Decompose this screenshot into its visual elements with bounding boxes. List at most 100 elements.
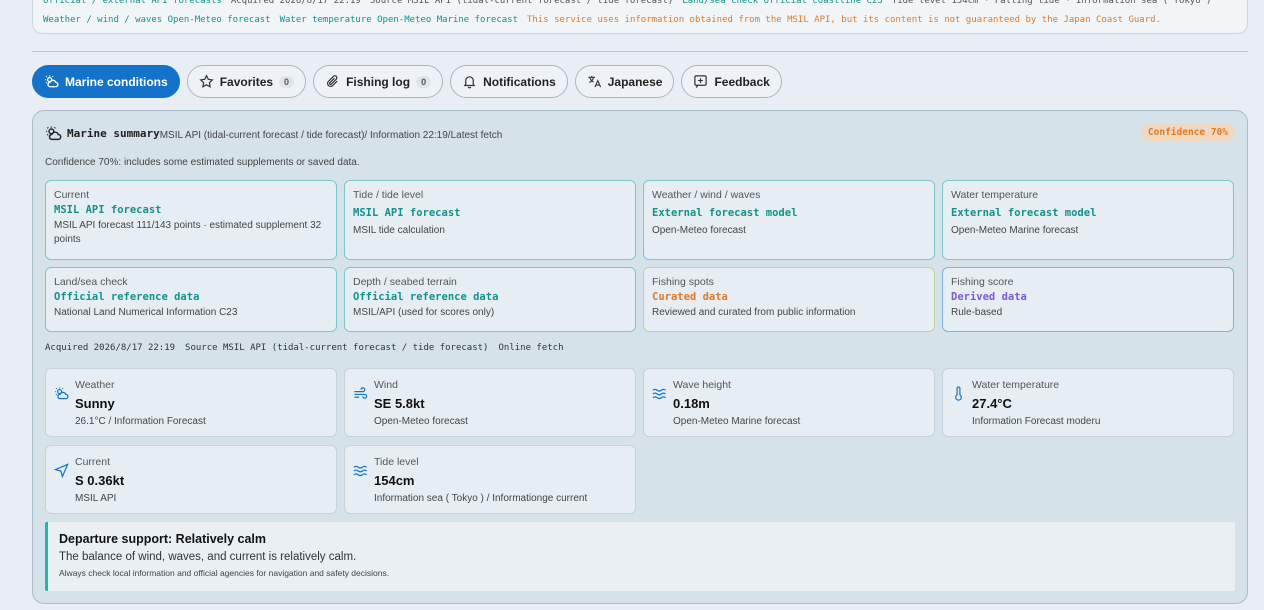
condition-value: 27.4°C <box>972 396 1012 411</box>
source-card-fishing-score: Fishing score Derived data Rule-based <box>942 267 1234 332</box>
source-description: Open-Meteo Marine forecast <box>951 225 1079 236</box>
condition-card-water-temperature: Water temperature 27.4°C Information For… <box>942 368 1234 437</box>
source-category: Depth / seabed terrain <box>353 276 457 288</box>
source-card-weather: Weather / wind / waves External forecast… <box>643 180 935 260</box>
condition-source: Open-Meteo Marine forecast <box>673 416 801 427</box>
main-nav: Marine conditions Favorites 0 Fishing lo… <box>32 65 782 98</box>
source-description: MSIL tide calculation <box>353 225 445 236</box>
condition-source: Information sea ( Tokyo ) / Informationg… <box>374 493 588 504</box>
acquired-source: Source MSIL API (tidal-current forecast … <box>185 343 489 353</box>
source-type: External forecast model <box>652 207 798 219</box>
source-card-tide: Tide / tide level MSIL API forecast MSIL… <box>344 180 636 260</box>
source-description: National Land Numerical Information C23 <box>54 307 238 318</box>
banner-text: Land/sea check Official coastline C23 <box>682 0 883 6</box>
condition-source: Information Forecast moderu <box>972 416 1101 427</box>
condition-label: Wind <box>374 379 398 391</box>
conditions-grid: Weather Sunny 26.1°C / Information Forec… <box>45 368 1235 514</box>
source-description: MSIL API forecast 111/143 points · estim… <box>54 220 322 245</box>
acquired-mode: Online fetch <box>498 343 564 353</box>
summary-source: MSIL API (tidal-current forecast / tide … <box>159 130 503 141</box>
tab-label: Notifications <box>483 74 556 89</box>
tab-fishing-log[interactable]: Fishing log 0 <box>313 65 444 98</box>
sun-cloud-icon <box>55 387 69 400</box>
star-icon <box>199 74 214 88</box>
source-category: Water temperature <box>951 189 1039 201</box>
confidence-badge: Confidence 70% <box>1140 124 1235 141</box>
condition-card-wave-height: Wave height 0.18m Open-Meteo Marine fore… <box>643 368 935 437</box>
acquisition-info: Acquired 2026/8/17 22:19 Source MSIL API… <box>45 343 564 353</box>
feedback-icon <box>694 75 708 88</box>
condition-card-wind: Wind SE 5.8kt Open-Meteo forecast <box>344 368 636 437</box>
banner-text: Acquired 2026/8/17 22:19 <box>230 0 361 6</box>
source-description: Open-Meteo forecast <box>652 225 746 236</box>
confidence-note: Confidence 70%: includes some estimated … <box>45 157 360 168</box>
acquired-time: Acquired 2026/8/17 22:19 <box>45 343 176 353</box>
condition-value: Sunny <box>75 396 115 411</box>
source-type: External forecast model <box>951 207 1097 219</box>
condition-source: MSIL API <box>75 493 117 504</box>
condition-label: Weather <box>75 379 115 391</box>
summary-title: Marine summary <box>67 127 160 140</box>
source-grid: Current MSIL API forecast MSIL API forec… <box>45 180 1235 332</box>
banner-text: Official / external API forecasts <box>43 0 222 6</box>
source-category: Weather / wind / waves <box>652 189 761 201</box>
fishing-log-count-badge: 0 <box>416 75 432 88</box>
source-category: Fishing score <box>951 276 1014 288</box>
source-card-depth: Depth / seabed terrain Official referenc… <box>344 267 636 332</box>
sun-cloud-icon <box>46 126 62 141</box>
source-type: MSIL API forecast <box>353 207 461 219</box>
source-card-fishing-spots: Fishing spots Curated data Reviewed and … <box>643 267 935 332</box>
condition-label: Current <box>75 456 111 468</box>
tab-label: Feedback <box>714 74 770 89</box>
translate-icon <box>588 75 601 88</box>
source-category: Land/sea check <box>54 276 128 288</box>
source-type: Derived data <box>951 291 1027 303</box>
condition-value: S 0.36kt <box>75 473 125 488</box>
source-card-current: Current MSIL API forecast MSIL API forec… <box>45 180 337 260</box>
tab-label: Marine conditions <box>65 74 168 89</box>
tab-marine-conditions[interactable]: Marine conditions <box>32 65 180 98</box>
condition-value: 154cm <box>374 473 415 488</box>
source-banner: Official / external API forecasts Acquir… <box>32 0 1248 34</box>
banner-text: Tide level 154cm · Falling tide · Inform… <box>891 0 1212 6</box>
source-card-land-sea: Land/sea check Official reference data N… <box>45 267 337 332</box>
tab-label: Japanese <box>607 74 663 89</box>
source-description: Rule-based <box>951 307 1003 318</box>
bell-icon <box>463 76 476 89</box>
tab-favorites[interactable]: Favorites 0 <box>186 65 307 98</box>
banner-text: Source MSIL API (tidal-current forecast … <box>369 0 674 6</box>
condition-label: Wave height <box>673 379 731 391</box>
source-category: Fishing spots <box>652 276 714 288</box>
departure-support-box: Departure support: Relatively calm The b… <box>45 522 1235 591</box>
tab-notifications[interactable]: Notifications <box>450 65 568 98</box>
thermometer-icon <box>955 386 962 401</box>
source-banner-line-2: Weather / wind / waves Open-Meteo foreca… <box>43 11 1247 30</box>
source-banner-line-1: Official / external API forecasts Acquir… <box>43 0 1247 11</box>
navigation-arrow-icon <box>54 463 69 478</box>
condition-label: Tide level <box>374 456 419 468</box>
safety-note: Always check local information and offic… <box>59 568 390 578</box>
condition-source: 26.1°C / Information Forecast <box>75 416 206 427</box>
condition-card-tide-level: Tide level 154cm Information sea ( Tokyo… <box>344 445 636 514</box>
condition-label: Water temperature <box>972 379 1060 391</box>
departure-title: Departure support: Relatively calm <box>59 532 267 546</box>
condition-card-weather: Weather Sunny 26.1°C / Information Forec… <box>45 368 337 437</box>
source-type: MSIL API forecast <box>54 204 162 216</box>
source-card-water-temperature: Water temperature External forecast mode… <box>942 180 1234 260</box>
source-category: Tide / tide level <box>353 189 424 201</box>
banner-text: Water temperature Open-Meteo Marine fore… <box>279 15 518 25</box>
banner-text: Weather / wind / waves Open-Meteo foreca… <box>43 15 271 25</box>
paperclip-icon <box>327 75 338 87</box>
summary-header: Marine summary MSIL API (tidal-current f… <box>45 125 502 142</box>
source-description: MSIL/API (used for scores only) <box>353 307 495 318</box>
marine-summary-panel: Marine summary MSIL API (tidal-current f… <box>32 110 1248 604</box>
source-category: Current <box>54 189 90 201</box>
departure-text: The balance of wind, waves, and current … <box>59 551 357 563</box>
favorites-count-badge: 0 <box>279 75 295 88</box>
source-type: Official reference data <box>54 291 200 303</box>
feedback-button[interactable]: Feedback <box>681 65 782 98</box>
source-type: Official reference data <box>353 291 499 303</box>
language-toggle-button[interactable]: Japanese <box>574 65 675 98</box>
condition-value: 0.18m <box>673 396 710 411</box>
disclaimer-text: This service uses information obtained f… <box>527 15 1161 25</box>
